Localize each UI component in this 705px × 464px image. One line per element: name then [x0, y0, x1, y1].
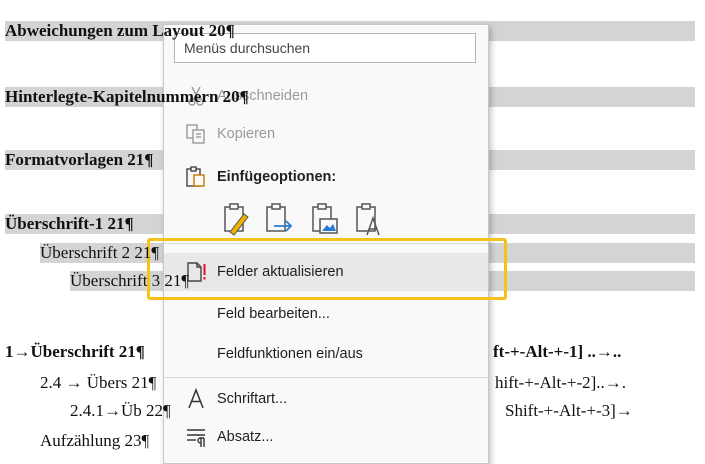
toc-entry-page: 20¶	[208, 21, 235, 40]
menu-item-label: Absatz...	[217, 429, 274, 445]
menu-item-label: Feld bearbeiten...	[217, 306, 330, 322]
toc-entry-leader: Shift-+-Alt-+-3]→	[505, 401, 633, 420]
toc-entry-page: 21¶	[131, 373, 157, 392]
paste-text-only-icon[interactable]	[354, 202, 384, 240]
toc-entry-leader: ft-+-Alt-+-1] ..→..	[493, 342, 622, 361]
paste-icon	[184, 165, 208, 189]
paste-picture-icon[interactable]	[310, 202, 340, 240]
font-icon	[184, 387, 208, 411]
toc-entry-page: 21¶	[107, 214, 134, 233]
menu-section-paste-options: Einfügeoptionen:	[164, 158, 488, 196]
toc-entry-text: 2.4 → Übers	[40, 373, 128, 392]
toc-entry-text: Abweichungen zum Layout	[5, 21, 205, 40]
menu-item-label: Feldfunktionen ein/aus	[217, 346, 363, 362]
toc-entry-text: 1→Überschrift	[5, 342, 115, 361]
paste-merge-formatting-icon[interactable]	[264, 202, 294, 240]
paragraph-icon	[184, 425, 208, 449]
menu-separator	[164, 377, 488, 378]
copy-icon	[184, 122, 208, 146]
menu-item-font[interactable]: Schriftart...	[164, 380, 488, 418]
menu-item-label: Kopieren	[217, 126, 276, 142]
toc-entry-text: 2.4.1→Üb	[70, 401, 142, 420]
toc-entry-page: 21¶	[164, 271, 190, 290]
toc-entry-text: Formatvorlagen	[5, 150, 124, 169]
paste-keep-formatting-icon[interactable]	[222, 202, 252, 240]
menu-item-toggle-field-codes[interactable]: Feldfunktionen ein/aus	[164, 335, 488, 373]
toc-entry-text: Aufzählung	[40, 431, 121, 450]
toc-entry-page: 21¶	[134, 243, 160, 262]
menu-search-placeholder: Menüs durchsuchen	[184, 40, 311, 56]
toc-entry-page: 23¶	[124, 431, 150, 450]
toc-entry-page: 21¶	[118, 342, 145, 361]
menu-item-copy[interactable]: Kopieren	[164, 115, 488, 153]
toc-entry-text: Hinterlegte-Kapitelnummern	[5, 87, 219, 106]
toc-entry-leader: hift-+-Alt-+-2]..→.	[495, 373, 627, 392]
toc-entry-text: Überschrift 2	[40, 243, 131, 262]
menu-section-label: Einfügeoptionen:	[217, 169, 337, 185]
toc-entry-page: 20¶	[222, 87, 249, 106]
highlight-frame	[147, 238, 507, 300]
toc-entry-text: Überschrift 3	[70, 271, 161, 290]
menu-item-paragraph[interactable]: Absatz...	[164, 418, 488, 456]
toc-entry-text: Überschrift-1	[5, 214, 104, 233]
menu-item-edit-field[interactable]: Feld bearbeiten...	[164, 295, 488, 333]
menu-item-label: Schriftart...	[217, 391, 288, 407]
toc-entry-page: 21¶	[127, 150, 154, 169]
toc-entry-page: 22¶	[146, 401, 171, 420]
